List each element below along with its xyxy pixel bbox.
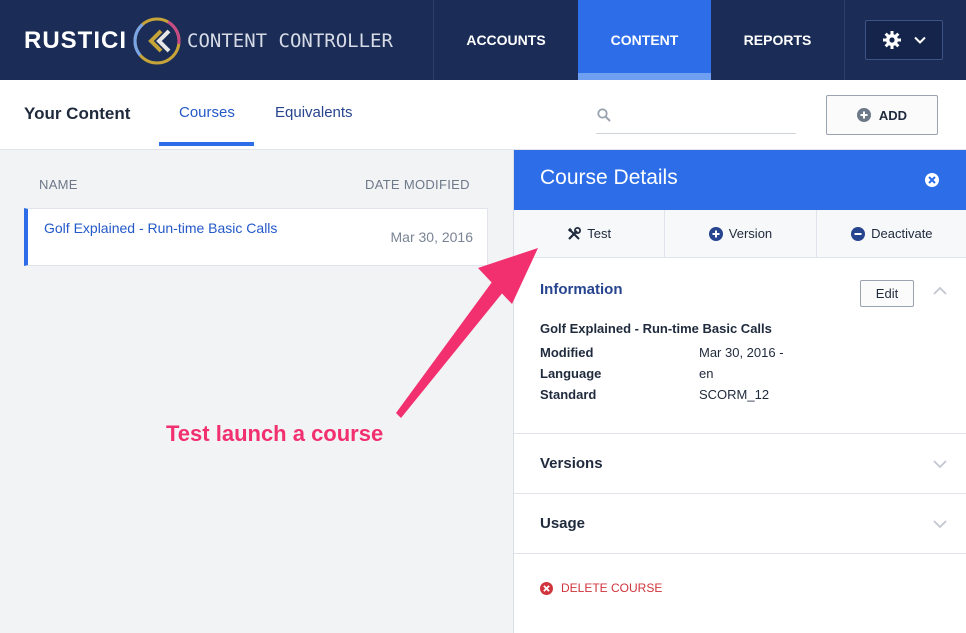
test-button[interactable]: Test	[514, 210, 666, 257]
field-label-modified: Modified	[540, 345, 594, 360]
minus-circle-icon	[851, 226, 866, 241]
logo-brand-text: RUSTICI	[24, 27, 127, 54]
course-date-modified: Mar 30, 2016	[390, 229, 474, 245]
course-actions-toolbar: Test Version Deactivate	[514, 210, 966, 258]
course-name[interactable]: Golf Explained - Run-time Basic Calls	[44, 219, 284, 237]
tab-courses[interactable]: Courses	[179, 104, 235, 121]
panel-title: Course Details	[540, 166, 678, 189]
information-section-title[interactable]: Information	[540, 281, 623, 298]
delete-x-circle-icon	[540, 581, 553, 595]
nav-content[interactable]: CONTENT	[578, 0, 711, 80]
field-label-language: Language	[540, 366, 602, 381]
version-button[interactable]: Version	[665, 210, 817, 257]
nav-reports[interactable]: REPORTS	[711, 0, 844, 80]
add-button[interactable]: ADD	[826, 95, 938, 135]
field-value-language: en	[699, 366, 714, 381]
chevron-down-icon[interactable]	[932, 516, 948, 532]
settings-menu-button[interactable]	[865, 20, 943, 60]
field-value-standard: SCORM_12	[699, 387, 770, 402]
panel-header: Course Details	[514, 150, 966, 210]
table-row[interactable]: Golf Explained - Run-time Basic Calls Ma…	[24, 208, 488, 266]
tab-equivalents[interactable]: Equivalents	[275, 104, 353, 121]
usage-section-title[interactable]: Usage	[540, 515, 585, 532]
wrench-screwdriver-icon	[568, 226, 582, 240]
delete-course-label: DELETE COURSE	[561, 581, 663, 595]
add-button-label: ADD	[878, 107, 908, 123]
info-course-name: Golf Explained - Run-time Basic Calls	[540, 321, 772, 336]
close-icon[interactable]	[924, 172, 940, 188]
column-header-name[interactable]: NAME	[39, 177, 78, 192]
version-button-label: Version	[728, 226, 773, 241]
nav-accounts[interactable]: ACCOUNTS	[434, 0, 578, 80]
gear-icon	[883, 31, 901, 49]
test-button-label: Test	[587, 226, 612, 241]
field-label-standard: Standard	[540, 387, 597, 402]
content-subheader: Your Content Courses Equivalents	[0, 80, 966, 150]
deactivate-button-label: Deactivate	[871, 226, 933, 241]
plus-circle-icon	[856, 108, 871, 122]
course-details-panel: Course Details Test Version Deactivate I…	[513, 150, 966, 633]
rustici-logo-icon	[133, 17, 181, 65]
logo-product-text: CONTENT CONTROLLER	[187, 30, 393, 52]
edit-button[interactable]: Edit	[860, 280, 914, 307]
chevron-up-icon[interactable]	[932, 283, 948, 299]
section-divider	[514, 553, 966, 554]
chevron-down-icon	[914, 36, 926, 44]
app-logo[interactable]: RUSTICI CONTENT CONTROLLER	[24, 14, 393, 68]
nav-separator	[844, 0, 845, 80]
annotation-text: Test launch a course	[166, 421, 384, 446]
chevron-down-icon[interactable]	[932, 456, 948, 472]
top-navigation-bar: RUSTICI CONTENT CONTROLLER ACCOUNTS CONT…	[0, 0, 966, 80]
delete-course-button[interactable]: DELETE COURSE	[540, 581, 662, 595]
section-divider	[514, 433, 966, 434]
versions-section-title[interactable]: Versions	[540, 455, 603, 472]
column-header-date-modified[interactable]: DATE MODIFIED	[365, 177, 470, 192]
search-icon	[597, 108, 611, 122]
search-input[interactable]	[596, 100, 796, 134]
section-divider	[514, 493, 966, 494]
field-value-modified: Mar 30, 2016 -	[699, 345, 784, 360]
deactivate-button[interactable]: Deactivate	[817, 210, 966, 257]
active-tab-indicator	[159, 142, 254, 146]
page-title: Your Content	[24, 104, 131, 123]
plus-circle-icon	[708, 226, 723, 241]
